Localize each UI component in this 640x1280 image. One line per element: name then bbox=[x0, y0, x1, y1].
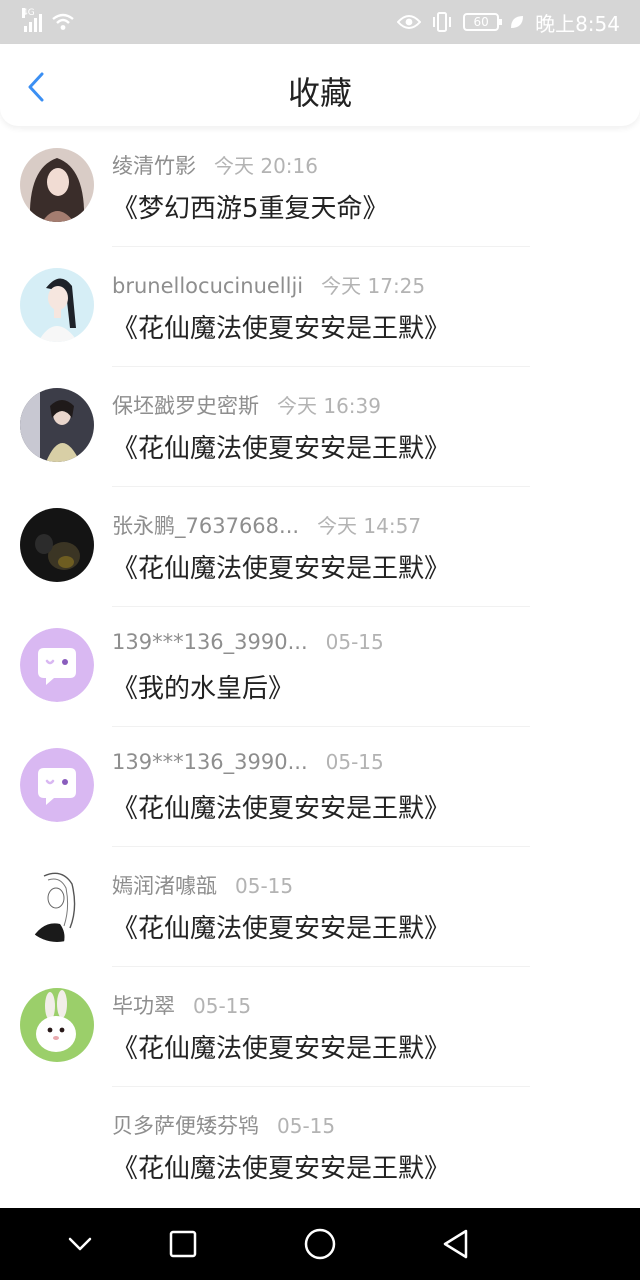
network-type-label: 4G bbox=[22, 8, 35, 18]
favorites-list: 绫清竹影 今天 20:16 《梦幻西游5重复天命》 brunellocucinu… bbox=[0, 126, 640, 1206]
avatar-sketch-girl bbox=[20, 868, 94, 942]
username: 保坯戤罗史密斯 bbox=[112, 394, 259, 418]
timestamp: 今天 17:25 bbox=[321, 274, 426, 298]
navigation-bar bbox=[0, 1208, 640, 1280]
username: 139***136_3990... bbox=[112, 630, 308, 654]
chevron-down-icon[interactable] bbox=[60, 1224, 100, 1264]
favorite-item[interactable]: brunellocucinuellji 今天 17:25 《花仙魔法使夏安安是王… bbox=[0, 246, 640, 366]
username: brunellocucinuellji bbox=[112, 274, 304, 298]
leaf-icon bbox=[511, 16, 524, 28]
battery-level: 60 bbox=[473, 15, 489, 29]
book-title: 《花仙魔法使夏安安是王默》 bbox=[112, 1154, 451, 1184]
avatar-girl-ponytail-blue-bg bbox=[20, 268, 94, 342]
username: 绫清竹影 bbox=[112, 154, 196, 178]
favorite-item[interactable]: 139***136_3990... 05-15 《花仙魔法使夏安安是王默》 bbox=[0, 726, 640, 846]
wifi-icon bbox=[52, 13, 74, 30]
favorite-item[interactable]: 毕功翠 05-15 《花仙魔法使夏安安是王默》 bbox=[0, 966, 640, 1086]
favorite-item[interactable]: 保坯戤罗史密斯 今天 16:39 《花仙魔法使夏安安是王默》 bbox=[0, 366, 640, 486]
favorite-item[interactable]: 贝多萨便矮芬鸨 05-15 《花仙魔法使夏安安是王默》 bbox=[0, 1086, 640, 1206]
book-title: 《花仙魔法使夏安安是王默》 bbox=[112, 434, 451, 464]
username: 嫣润渚噱瓿 bbox=[112, 874, 217, 898]
timestamp: 05-15 bbox=[193, 994, 252, 1018]
avatar-anime-girl-dark-hair bbox=[20, 148, 94, 222]
book-title: 《花仙魔法使夏安安是王默》 bbox=[112, 1034, 451, 1064]
avatar-white-rabbit bbox=[20, 988, 94, 1062]
vibrate-icon bbox=[433, 12, 452, 32]
book-title: 《花仙魔法使夏安安是王默》 bbox=[112, 554, 451, 584]
username: 毕功翠 bbox=[112, 994, 175, 1018]
back-triangle-icon[interactable] bbox=[436, 1224, 476, 1264]
avatar-default-chat-bubble bbox=[20, 628, 94, 702]
timestamp: 今天 14:57 bbox=[317, 514, 422, 538]
status-time: 晚上8:54 bbox=[535, 11, 620, 36]
favorite-item[interactable]: 张永鹏_7637668... 今天 14:57 《花仙魔法使夏安安是王默》 bbox=[0, 486, 640, 606]
eye-comfort-icon bbox=[397, 15, 422, 29]
recents-square-icon[interactable] bbox=[163, 1224, 203, 1264]
title-bar: 收藏 bbox=[0, 44, 640, 126]
page-title: 收藏 bbox=[287, 74, 352, 112]
username: 贝多萨便矮芬鸨 bbox=[112, 1114, 259, 1138]
favorite-item[interactable]: 嫣润渚噱瓿 05-15 《花仙魔法使夏安安是王默》 bbox=[0, 846, 640, 966]
battery-icon: 60 bbox=[463, 13, 503, 31]
favorite-item[interactable]: 139***136_3990... 05-15 《我的水皇后》 bbox=[0, 606, 640, 726]
favorite-item[interactable]: 绫清竹影 今天 20:16 《梦幻西游5重复天命》 bbox=[0, 126, 640, 246]
book-title: 《花仙魔法使夏安安是王默》 bbox=[112, 314, 451, 344]
avatar-default-chat-bubble bbox=[20, 748, 94, 822]
timestamp: 05-15 bbox=[277, 1114, 336, 1138]
status-bar: 4G 60 晚上8:54 bbox=[0, 0, 640, 44]
username: 139***136_3990... bbox=[112, 750, 308, 774]
timestamp: 05-15 bbox=[325, 630, 384, 654]
timestamp: 今天 16:39 bbox=[277, 394, 381, 418]
signal-icon: 4G bbox=[22, 8, 42, 32]
timestamp: 05-15 bbox=[325, 750, 384, 774]
timestamp: 今天 20:16 bbox=[214, 154, 318, 178]
username: 张永鹏_7637668... bbox=[112, 514, 300, 538]
home-circle-icon[interactable] bbox=[300, 1224, 340, 1264]
avatar-photo-girls bbox=[20, 388, 94, 462]
avatar-dark-photo bbox=[20, 508, 94, 582]
book-title: 《我的水皇后》 bbox=[112, 674, 295, 704]
book-title: 《梦幻西游5重复天命》 bbox=[112, 194, 389, 224]
book-title: 《花仙魔法使夏安安是王默》 bbox=[112, 914, 451, 944]
timestamp: 05-15 bbox=[235, 874, 294, 898]
book-title: 《花仙魔法使夏安安是王默》 bbox=[112, 794, 451, 824]
